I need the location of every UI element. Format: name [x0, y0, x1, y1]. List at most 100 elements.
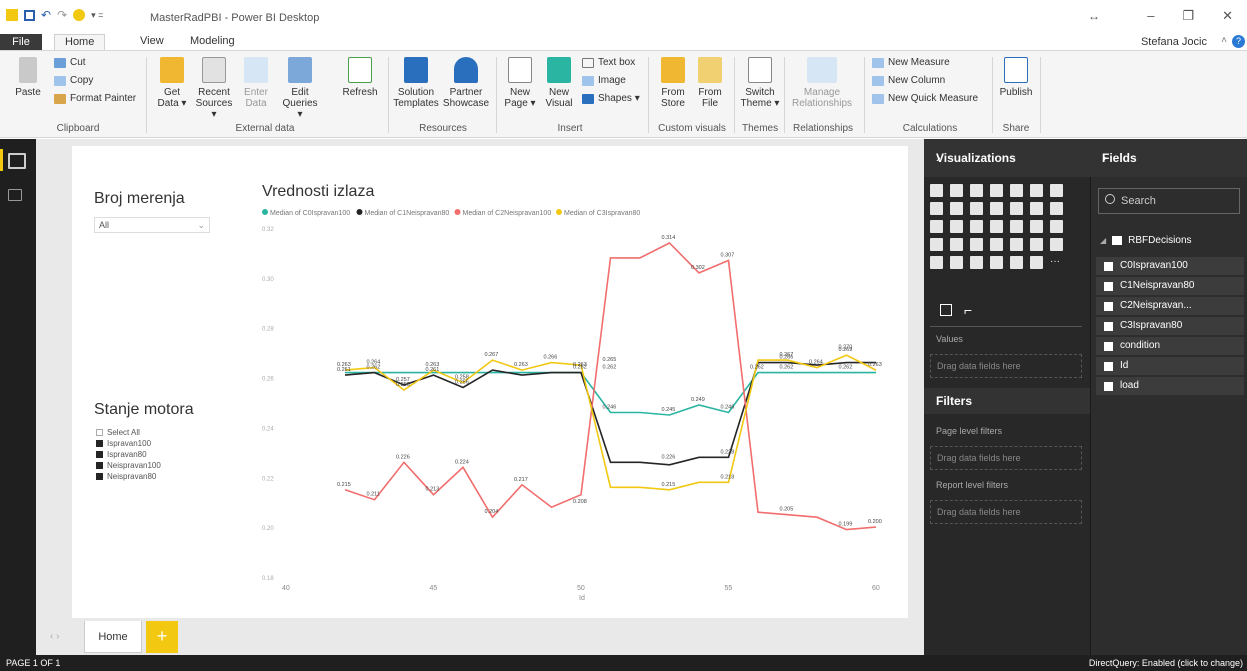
directquery-status[interactable]: DirectQuery: Enabled (click to change) [1089, 658, 1243, 668]
x-axis-label: Id [579, 595, 585, 602]
legend-marker [556, 209, 562, 215]
report-filters-drop-zone[interactable]: Drag data fields here [930, 500, 1082, 524]
fields-tab-icon[interactable] [940, 304, 952, 316]
visual-type-icon[interactable] [950, 220, 963, 233]
data-label: 0.265 [603, 357, 617, 363]
collapse-arrow-icon[interactable]: ◢ [1100, 236, 1106, 245]
publish-label: Publish [999, 87, 1033, 98]
visual-type-icon[interactable] [990, 256, 1003, 269]
field-item[interactable]: C2Neispravan... [1096, 297, 1244, 315]
data-label: 0.262 [750, 365, 764, 371]
data-label: 0.266 [544, 355, 558, 361]
visual-type-icon[interactable] [1050, 220, 1063, 233]
close-icon[interactable]: ✕ [1222, 8, 1233, 24]
visual-type-icon[interactable] [1030, 238, 1043, 251]
visual-type-icon[interactable] [1050, 184, 1063, 197]
maximize-icon[interactable]: ❐ [1182, 8, 1194, 24]
visual-type-icon[interactable] [1030, 184, 1043, 197]
publish-button[interactable]: Publish [998, 57, 1034, 98]
format-paint-roller-icon[interactable]: ⌐ [964, 302, 972, 318]
chart-title: Vrednosti izlaza [262, 183, 374, 200]
visual-type-icon[interactable] [950, 256, 963, 269]
visual-type-icon[interactable] [970, 220, 983, 233]
field-item[interactable]: condition [1096, 337, 1244, 355]
visual-type-icon[interactable] [950, 202, 963, 215]
visual-type-icon[interactable] [990, 202, 1003, 215]
collapse-ribbon-icon[interactable]: ˄ [1221, 35, 1227, 46]
checkbox[interactable] [1104, 342, 1113, 351]
page-filters-drop-zone[interactable]: Drag data fields here [930, 446, 1082, 470]
visual-type-icon[interactable] [1010, 202, 1023, 215]
checkbox[interactable] [1104, 362, 1113, 371]
data-label: 0.215 [337, 482, 351, 488]
data-label: 0.261 [426, 367, 440, 373]
fields-header[interactable]: Fields › [1090, 139, 1247, 177]
checkbox[interactable] [1104, 382, 1113, 391]
checkbox[interactable] [1104, 262, 1113, 271]
filters-title: Filters [936, 394, 973, 408]
fields-search-input[interactable]: Search [1098, 188, 1240, 214]
data-label: 0.262 [603, 365, 617, 371]
visual-type-icon[interactable] [930, 256, 943, 269]
visual-type-icon[interactable] [970, 256, 983, 269]
visual-type-icon[interactable] [930, 238, 943, 251]
field-item[interactable]: Id [1096, 357, 1244, 375]
visualizations-header[interactable]: Visualizations › [924, 139, 1090, 177]
line-chart[interactable]: Vrednosti izlaza Median of C0Ispravan100 M… [0, 0, 924, 620]
data-label: 0.208 [573, 499, 587, 505]
visual-type-icon[interactable] [1050, 238, 1063, 251]
visual-type-icon[interactable] [970, 238, 983, 251]
checkbox[interactable] [1104, 322, 1113, 331]
data-label: 0.226 [662, 454, 676, 460]
field-item[interactable]: C0Ispravan100 [1096, 257, 1244, 275]
data-label: 0.215 [662, 482, 676, 488]
table-icon [1112, 236, 1123, 245]
data-label: 0.314 [662, 235, 676, 241]
checkbox[interactable] [1104, 302, 1113, 311]
visual-type-icon[interactable] [930, 202, 943, 215]
help-icon[interactable]: ? [1232, 35, 1245, 48]
field-label: C0Ispravan100 [1120, 260, 1188, 271]
visual-type-icon[interactable] [1010, 220, 1023, 233]
chevron-right-icon[interactable]: › [1102, 149, 1245, 165]
visual-type-icon[interactable] [970, 184, 983, 197]
y-tick-label: 0.18 [262, 576, 274, 582]
checkbox[interactable] [1104, 282, 1113, 291]
page-nav-arrows-icon[interactable]: ‹ › [50, 631, 59, 642]
visual-type-icon[interactable] [1010, 184, 1023, 197]
visual-type-icon[interactable] [950, 184, 963, 197]
visual-type-icon[interactable] [930, 220, 943, 233]
visual-type-icon[interactable] [1030, 220, 1043, 233]
visual-type-icon[interactable] [990, 238, 1003, 251]
visual-type-icon[interactable] [970, 202, 983, 215]
page-tab-home[interactable]: Home [84, 621, 142, 653]
minimize-icon[interactable]: – [1147, 8, 1154, 24]
data-label: 0.255 [396, 382, 410, 388]
data-label: 0.205 [780, 507, 794, 513]
visual-type-icon[interactable] [1030, 256, 1043, 269]
visual-type-icon[interactable] [950, 238, 963, 251]
table-rbfdecisions[interactable]: ◢ RBFDecisions [1100, 235, 1192, 246]
visual-type-icon[interactable] [1030, 202, 1043, 215]
user-name[interactable]: Stefana Jocic [1141, 36, 1207, 48]
field-item[interactable]: load [1096, 377, 1244, 395]
y-tick-label: 0.22 [262, 476, 274, 482]
chevron-right-icon[interactable]: › [936, 149, 1078, 165]
visual-type-icon[interactable] [990, 184, 1003, 197]
field-label: C2Neispravan... [1120, 300, 1192, 311]
y-tick-label: 0.32 [262, 227, 274, 233]
visual-type-icon[interactable] [930, 184, 943, 197]
field-label: C1Neispravan80 [1120, 280, 1195, 291]
x-tick-label: 55 [725, 585, 733, 592]
visual-type-icon[interactable] [1010, 238, 1023, 251]
visual-type-icon[interactable] [990, 220, 1003, 233]
visual-type-icon[interactable]: ··· [1050, 256, 1063, 269]
field-item[interactable]: C1Neispravan80 [1096, 277, 1244, 295]
field-item[interactable]: C3Ispravan80 [1096, 317, 1244, 335]
visual-type-icon[interactable] [1050, 202, 1063, 215]
add-page-button[interactable]: + [146, 621, 178, 653]
visual-type-icon[interactable] [1010, 256, 1023, 269]
table-name: RBFDecisions [1128, 235, 1192, 246]
values-drop-zone[interactable]: Drag data fields here [930, 354, 1082, 378]
resize-icon[interactable]: ↔ [1088, 9, 1100, 23]
